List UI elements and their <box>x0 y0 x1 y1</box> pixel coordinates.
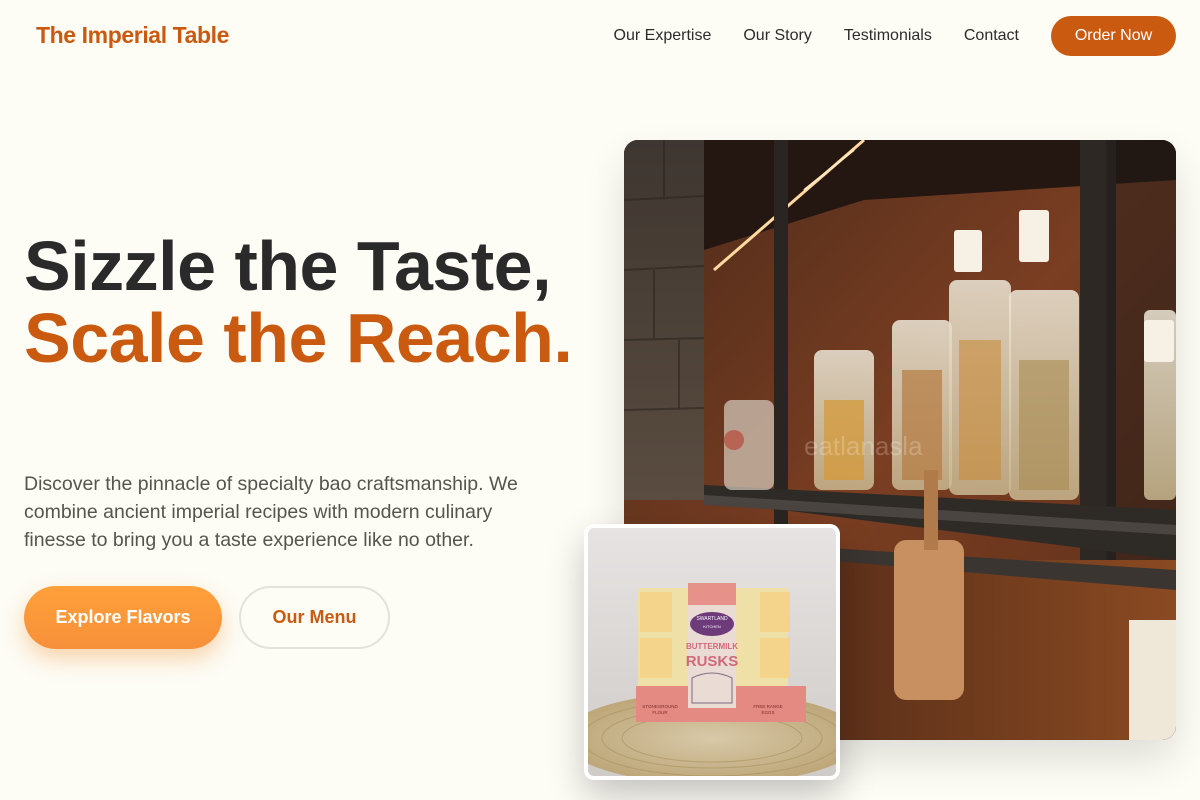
rusk-product-line2: RUSKS <box>686 653 739 670</box>
rusk-right-tag-line2: EGGS <box>761 710 774 715</box>
landing-page: The Imperial Table Our Expertise Our Sto… <box>0 0 1200 800</box>
rusk-right-tag-line1: FREE RANGE <box>753 704 782 709</box>
rusk-brand-line2: KITCHEN <box>703 624 721 629</box>
hero-description: Discover the pinnacle of specialty bao c… <box>24 473 518 551</box>
hero-title: Sizzle the Taste, Scale the Reach. <box>24 230 584 374</box>
main-nav: Our Expertise Our Story Testimonials Con… <box>614 16 1176 56</box>
explore-flavors-button[interactable]: Explore Flavors <box>24 586 222 649</box>
rusk-left-tag-line1: STONEGROUND <box>642 704 678 709</box>
rusks-package-photo: SWARTLAND KITCHEN BUTTERMILK RUSKS STONE… <box>584 524 840 780</box>
nav-link-our-expertise[interactable]: Our Expertise <box>614 27 712 45</box>
photo-watermark: eatlanasla <box>804 431 923 461</box>
rusks-photo-inner: SWARTLAND KITCHEN BUTTERMILK RUSKS STONE… <box>588 528 836 776</box>
nav-link-testimonials[interactable]: Testimonials <box>844 27 932 45</box>
nav-link-contact[interactable]: Contact <box>964 27 1019 45</box>
our-menu-button[interactable]: Our Menu <box>239 586 390 649</box>
rusk-product-line1: BUTTERMILK <box>686 642 738 651</box>
rusk-left-tag-line2: FLOUR <box>652 710 668 715</box>
site-header: The Imperial Table Our Expertise Our Sto… <box>0 0 1200 72</box>
brand-logo[interactable]: The Imperial Table <box>36 22 229 49</box>
order-now-button[interactable]: Order Now <box>1051 16 1176 56</box>
hero-title-accent: Scale the Reach. <box>24 299 573 377</box>
hero-title-line1: Sizzle the Taste, <box>24 227 552 305</box>
rusk-brand-line1: SWARTLAND <box>696 616 728 622</box>
nav-link-our-story[interactable]: Our Story <box>743 27 811 45</box>
